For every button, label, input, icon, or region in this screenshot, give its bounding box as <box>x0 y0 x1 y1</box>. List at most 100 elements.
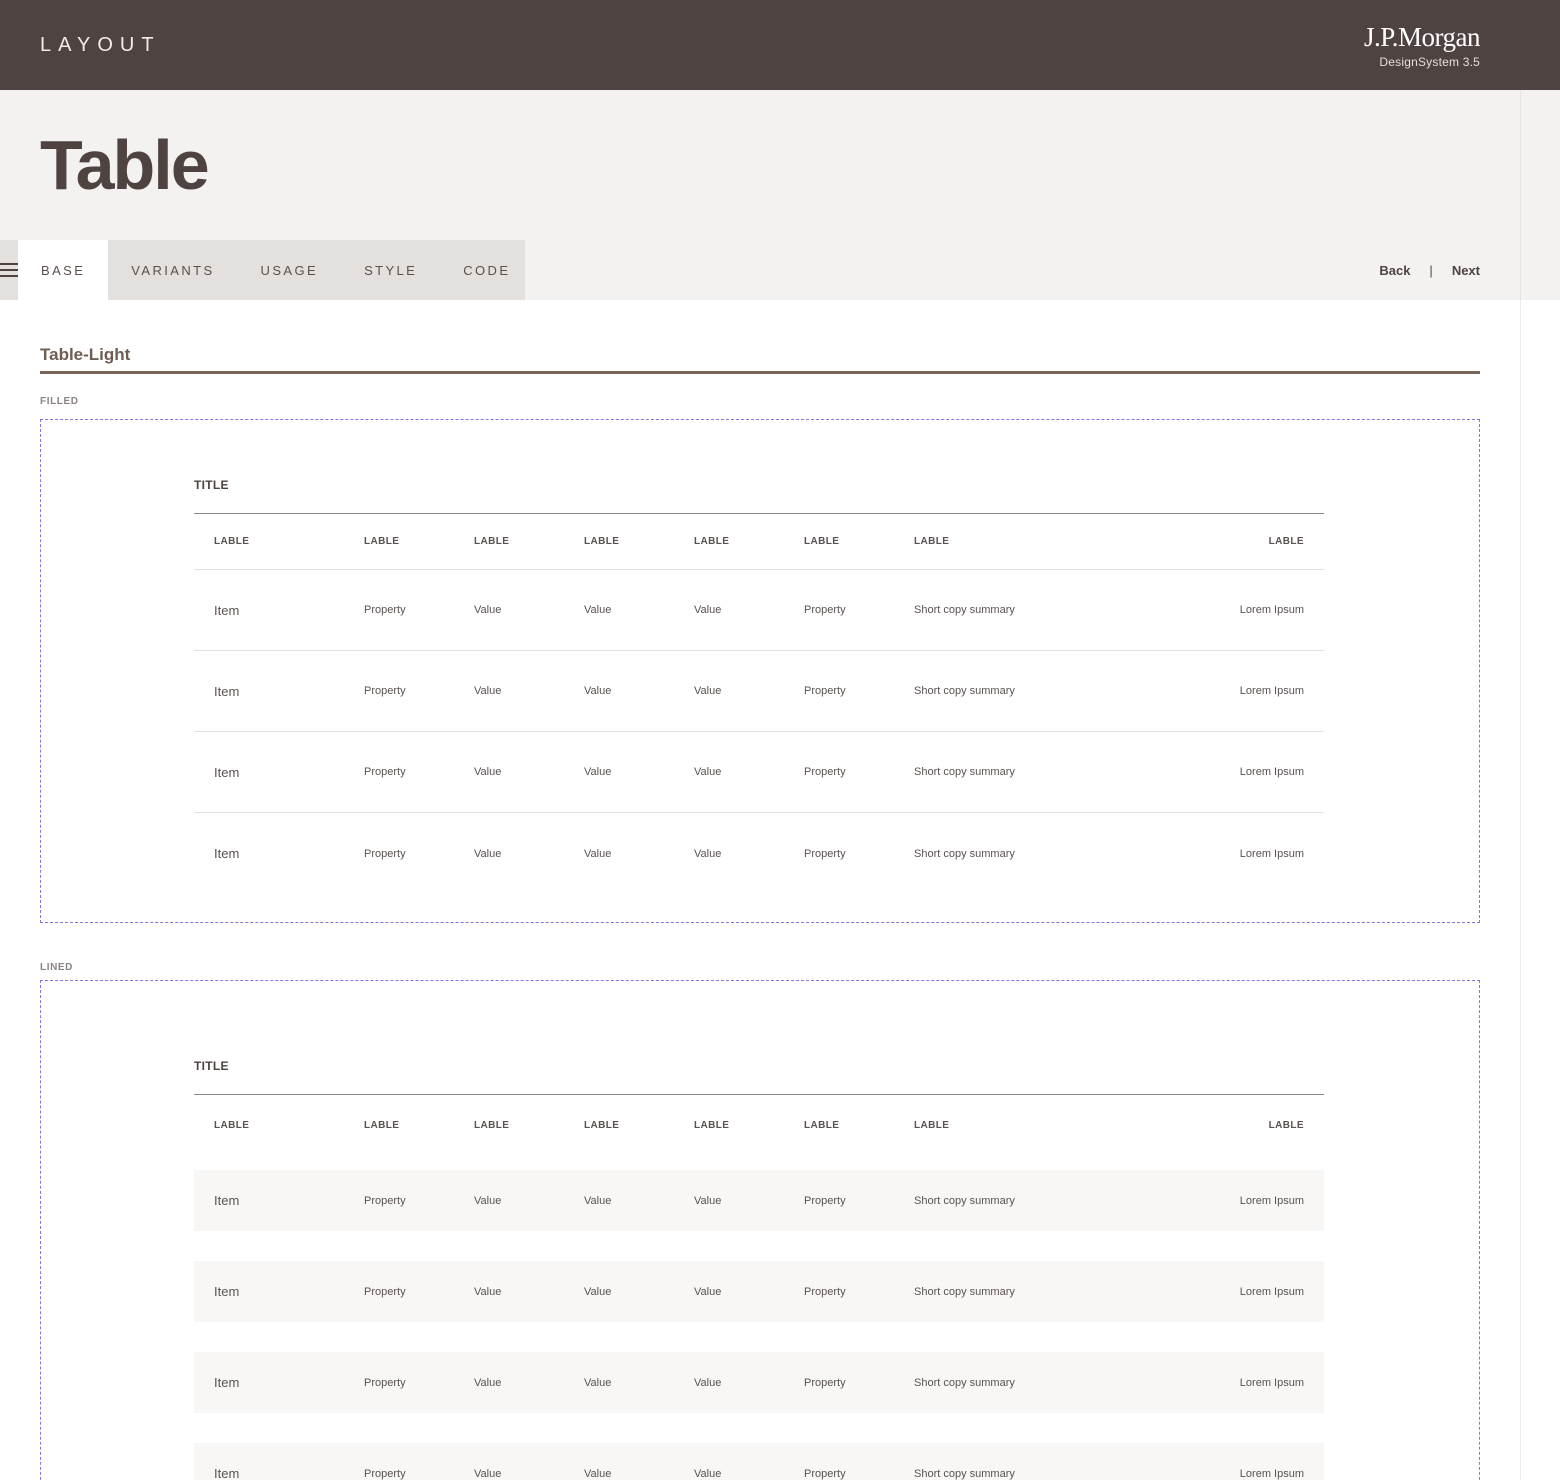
variant-label: FILLED <box>40 396 79 407</box>
table-cell: Value <box>474 685 502 697</box>
tab-code[interactable]: CODE <box>440 240 533 300</box>
table-cell: Lorem Ipsum <box>1239 1376 1304 1389</box>
table-cell: Short copy summary <box>914 1376 1015 1389</box>
table-cell: Lorem Ipsum <box>1239 766 1304 778</box>
table-cell: Property <box>364 847 406 860</box>
table-cell: Value <box>584 685 612 697</box>
tab-variants[interactable]: VARIANTS <box>108 240 237 300</box>
table-cell: Lorem Ipsum <box>1239 1194 1304 1207</box>
table-cell: Property <box>804 1194 846 1207</box>
column-header: LABLE <box>364 1119 400 1131</box>
section-divider <box>40 371 1480 374</box>
table-cell: Short copy summary <box>914 685 1015 697</box>
table-cell: Lorem Ipsum <box>1239 685 1304 697</box>
column-header: LABLE <box>914 536 950 547</box>
table-cell: Property <box>804 685 846 697</box>
column-header: LABLE <box>694 1119 730 1131</box>
column-header: LABLE <box>1268 1119 1304 1131</box>
column-header: LABLE <box>584 536 620 547</box>
table-cell: Value <box>584 604 612 616</box>
table-cell: Property <box>804 1285 846 1298</box>
table-cell: Property <box>804 847 846 860</box>
table-cell: Short copy summary <box>914 766 1015 778</box>
table-cell: Property <box>364 1376 406 1389</box>
table-cell: Property <box>364 604 406 616</box>
table-row[interactable]: Item Property Value Value Value Property Short… <box>194 813 1324 894</box>
next-link[interactable]: Next <box>1452 263 1480 278</box>
table-cell: Value <box>474 766 502 778</box>
table-cell: Item <box>214 1375 240 1390</box>
table-cell: Item <box>214 1193 240 1208</box>
table-cell: Item <box>214 764 240 780</box>
table-cell: Value <box>694 766 722 778</box>
table-cell: Value <box>694 685 722 697</box>
pager: Back | Next <box>1379 240 1480 300</box>
section-label: LAYOUT <box>40 34 161 56</box>
table-cell: Lorem Ipsum <box>1239 1467 1304 1480</box>
table-cell: Short copy summary <box>914 604 1015 616</box>
table-cell: Value <box>584 766 612 778</box>
table-cell: Value <box>584 1194 612 1207</box>
table-cell: Lorem Ipsum <box>1239 847 1304 860</box>
column-header: LABLE <box>804 1119 840 1131</box>
table-cell: Property <box>804 604 846 616</box>
table-cell: Short copy summary <box>914 1194 1015 1207</box>
table-cell: Value <box>474 1194 502 1207</box>
section-title: Table-Light <box>40 345 131 364</box>
brand-version: DesignSystem 3.5 <box>1379 55 1480 69</box>
table-cell: Property <box>804 766 846 778</box>
table-cell: Value <box>474 1285 502 1298</box>
column-header: LABLE <box>474 536 510 547</box>
menu-button[interactable] <box>0 240 18 300</box>
table-cell: Value <box>584 847 612 860</box>
table-cell: Property <box>804 1467 846 1480</box>
brand-name: J.P.Morgan <box>1363 22 1481 52</box>
column-header: LABLE <box>474 1119 510 1131</box>
table-cell: Property <box>364 685 406 697</box>
table-row[interactable]: Item Property Value Value Value Property Short… <box>194 1261 1324 1322</box>
table-row[interactable]: Item Property Value Value Value Property Short… <box>194 1352 1324 1413</box>
table-cell: Value <box>694 847 722 860</box>
table-cell: Value <box>694 1467 722 1480</box>
table-row[interactable]: Item Property Value Value Value Property Short… <box>194 732 1324 813</box>
table-cell: Lorem Ipsum <box>1239 1285 1304 1298</box>
pager-separator: | <box>1429 262 1433 278</box>
column-header: LABLE <box>914 1119 950 1131</box>
table-row[interactable]: Item Property Value Value Value Property Short… <box>194 1443 1324 1480</box>
tab-usage[interactable]: USAGE <box>238 240 342 300</box>
back-link[interactable]: Back <box>1379 263 1410 278</box>
hamburger-icon <box>0 263 18 277</box>
table-cell: Property <box>364 1467 406 1480</box>
table-cell: Property <box>364 1285 406 1298</box>
table-row[interactable]: Item Property Value Value Value Property Short… <box>194 651 1324 732</box>
table-cell: Value <box>694 1376 722 1389</box>
tab-base[interactable]: BASE <box>18 240 109 300</box>
brand-logo[interactable]: J.P.Morgan DesignSystem 3.5 <box>1363 22 1481 69</box>
variant-label: LINED <box>40 962 73 973</box>
table-cell: Property <box>364 766 406 778</box>
table-cell: Value <box>694 1194 722 1207</box>
table-cell: Value <box>474 1467 502 1480</box>
table-cell: Short copy summary <box>914 1467 1015 1480</box>
table-cell: Property <box>364 1194 406 1207</box>
table-row[interactable]: Item Property Value Value Value Property Short… <box>194 570 1324 651</box>
table-header-row: LABLE LABLE LABLE LABLE LABLE LABLE LABLE LABLE <box>194 1095 1324 1155</box>
table-cell: Item <box>214 1284 240 1299</box>
tab-style[interactable]: STYLE <box>341 240 440 300</box>
table-cell: Item <box>214 1466 240 1480</box>
table-cell: Value <box>694 1285 722 1298</box>
right-gutter-line <box>1520 300 1521 1480</box>
table-cell: Value <box>584 1467 612 1480</box>
column-header: LABLE <box>364 536 400 547</box>
column-header: LABLE <box>1268 536 1304 547</box>
table-cell: Value <box>584 1285 612 1298</box>
table-cell: Short copy summary <box>914 1285 1015 1298</box>
column-header: LABLE <box>584 1119 620 1131</box>
right-gutter <box>1520 90 1560 300</box>
table-cell: Item <box>214 846 240 861</box>
column-header: LABLE <box>804 536 840 547</box>
table-cell: Value <box>474 847 502 860</box>
table-row[interactable]: Item Property Value Value Value Property Short… <box>194 1170 1324 1231</box>
table-cell: Lorem Ipsum <box>1239 604 1304 616</box>
tab-bar: BASE VARIANTS USAGE STYLE CODE <box>0 240 525 300</box>
